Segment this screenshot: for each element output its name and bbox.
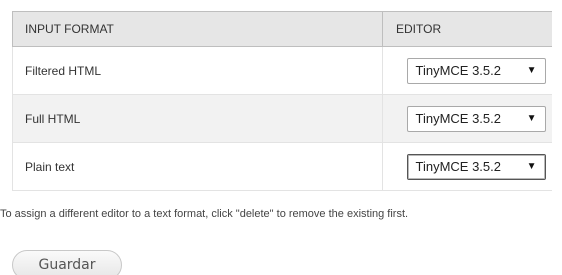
save-button[interactable]: Guardar xyxy=(12,250,122,275)
format-name: Full HTML xyxy=(12,94,383,143)
editor-settings-page: INPUT FORMAT EDITOR Filtered HTML TinyMC… xyxy=(0,0,562,275)
table-row: Filtered HTML TinyMCE 3.5.2 ▼ xyxy=(12,46,552,95)
format-name: Filtered HTML xyxy=(12,46,383,95)
dropdown-arrow-icon: ▼ xyxy=(526,113,537,124)
table-header-row: INPUT FORMAT EDITOR xyxy=(12,11,552,47)
editor-cell: TinyMCE 3.5.2 ▼ xyxy=(382,142,552,191)
select-value: TinyMCE 3.5.2 xyxy=(415,111,502,126)
column-header-input-format: INPUT FORMAT xyxy=(12,11,383,47)
table-row: Plain text TinyMCE 3.5.2 ▼ xyxy=(12,142,552,191)
input-format-editor-table: INPUT FORMAT EDITOR Filtered HTML TinyMC… xyxy=(12,11,552,191)
editor-cell: TinyMCE 3.5.2 ▼ xyxy=(382,94,552,143)
editor-cell: TinyMCE 3.5.2 ▼ xyxy=(382,46,552,95)
column-header-editor: EDITOR xyxy=(382,11,552,47)
dropdown-arrow-icon: ▼ xyxy=(526,161,537,172)
select-value: TinyMCE 3.5.2 xyxy=(415,63,502,78)
editor-select-filtered-html[interactable]: TinyMCE 3.5.2 ▼ xyxy=(406,57,546,84)
editor-select-full-html[interactable]: TinyMCE 3.5.2 ▼ xyxy=(406,105,546,132)
format-name: Plain text xyxy=(12,142,383,191)
select-value: TinyMCE 3.5.2 xyxy=(415,159,502,174)
dropdown-arrow-icon: ▼ xyxy=(526,65,537,76)
table-row: Full HTML TinyMCE 3.5.2 ▼ xyxy=(12,94,552,143)
help-text: To assign a different editor to a text f… xyxy=(0,208,409,220)
editor-select-plain-text[interactable]: TinyMCE 3.5.2 ▼ xyxy=(406,153,546,180)
